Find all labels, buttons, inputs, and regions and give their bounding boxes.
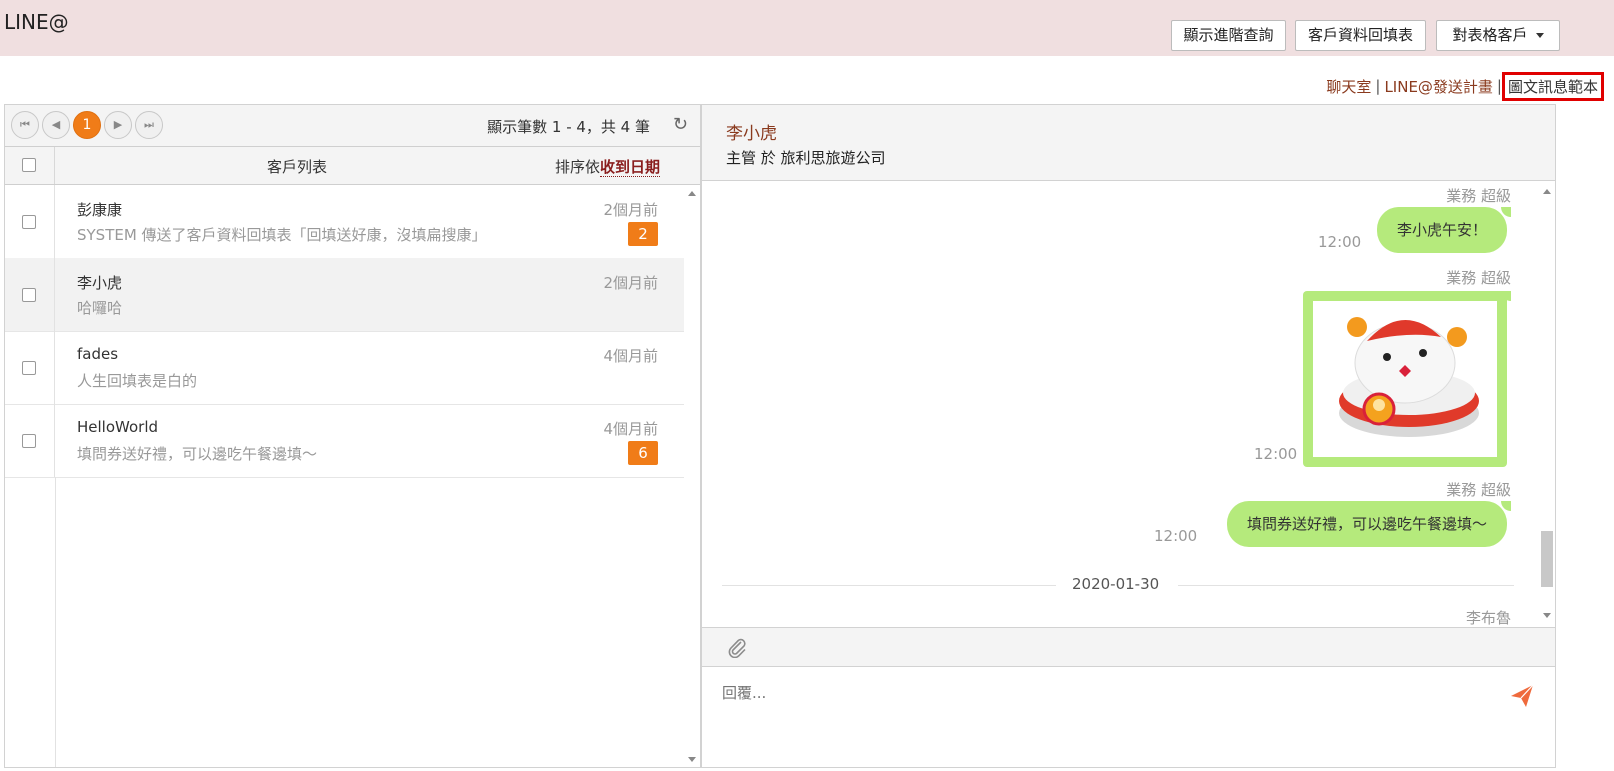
chatroom-link[interactable]: 聊天室 xyxy=(1322,76,1375,97)
chat-messages: 業務 超級 李小虎午安！ 12:00 業務 超級 12:00 業務 超級 填問券… xyxy=(702,181,1555,625)
dropdown-label: 對表格客戶 xyxy=(1452,26,1528,44)
row-checkbox-cell xyxy=(5,404,55,477)
sticker-image-frame xyxy=(1313,301,1497,457)
first-page-icon[interactable]: ⏮ xyxy=(11,111,39,139)
scroll-up-icon[interactable] xyxy=(1543,189,1551,194)
message-bubble: 填問券送好禮，可以邊吃午餐邊填～ xyxy=(1226,501,1507,547)
row-checkbox-cell xyxy=(5,185,55,258)
last-message: 人生回填表是白的 xyxy=(77,372,198,390)
refresh-icon[interactable]: ↻ xyxy=(673,114,688,135)
last-message: 填問券送好禮，可以邊吃午餐邊填～ xyxy=(77,445,318,463)
brand-logo: LINE@ xyxy=(4,10,69,34)
row-checkbox[interactable] xyxy=(22,434,36,448)
chat-header: 李小虎 主管 於 旅利思旅遊公司 xyxy=(702,105,1555,181)
sort-prefix: 排序依 xyxy=(554,158,600,176)
message-sender: 業務 超級 xyxy=(1446,269,1511,287)
sort-control: 排序依收到日期 xyxy=(555,156,660,177)
message-sender: 業務 超級 xyxy=(1446,481,1511,499)
row-checkbox[interactable] xyxy=(22,361,36,375)
separator-line xyxy=(1178,585,1514,586)
date-separator: 2020-01-30 xyxy=(722,575,1518,595)
select-all-checkbox[interactable] xyxy=(22,158,36,172)
table-row[interactable]: fades 人生回填表是白的 4個月前 xyxy=(5,331,684,405)
sort-field-link[interactable]: 收到日期 xyxy=(599,158,660,177)
chat-scrollbar[interactable] xyxy=(1539,181,1555,625)
scroll-up-icon[interactable] xyxy=(688,191,696,196)
page-number-current[interactable]: 1 xyxy=(73,111,101,139)
list-title: 客戶列表 xyxy=(267,158,328,176)
received-time: 4個月前 xyxy=(603,420,658,438)
template-link[interactable]: 圖文訊息範本 xyxy=(1501,71,1604,101)
message-bubble: 李小虎午安！ xyxy=(1376,207,1507,253)
paperclip-icon[interactable] xyxy=(726,636,748,663)
record-count: 顯示筆數 1 - 4，共 4 筆 xyxy=(487,118,650,136)
received-time: 4個月前 xyxy=(603,347,658,365)
unread-badge: 2 xyxy=(628,222,658,246)
last-message: SYSTEM 傳送了客戶資料回填表「回填送好康，沒填扁搜康」 xyxy=(77,226,487,244)
customer-list-panel: ⏮ ◀ 1 ▶ ⏭ 顯示筆數 1 - 4，共 4 筆 ↻ 客戶列表 排序依收到日… xyxy=(4,104,701,768)
row-checkbox-cell xyxy=(5,258,55,331)
message-sender: 業務 超級 xyxy=(1446,187,1511,205)
table-customer-dropdown[interactable]: 對表格客戶 xyxy=(1436,20,1560,51)
list-header: 客戶列表 排序依收到日期 xyxy=(5,147,700,185)
customer-name: 彭康康 xyxy=(77,201,123,219)
customer-name: fades xyxy=(77,345,119,363)
caret-down-icon xyxy=(1535,33,1544,38)
prev-page-icon[interactable]: ◀ xyxy=(42,111,70,139)
select-all-cell xyxy=(5,147,55,184)
attachment-toolbar xyxy=(702,627,1555,667)
column-divider xyxy=(55,477,56,767)
table-row[interactable]: 李小虎 哈囉哈 2個月前 xyxy=(5,258,684,332)
row-checkbox[interactable] xyxy=(22,288,36,302)
top-links: 聊天室 | LINE@發送計畫 | 圖文訊息範本 xyxy=(1322,71,1604,101)
contact-subtitle: 主管 於 旅利思旅遊公司 xyxy=(726,149,886,167)
separator-date: 2020-01-30 xyxy=(1072,575,1160,593)
message-time: 12:00 xyxy=(1254,445,1298,463)
table-row[interactable]: 彭康康 SYSTEM 傳送了客戶資料回填表「回填送好康，沒填扁搜康」 2個月前 … xyxy=(5,185,684,259)
send-icon[interactable] xyxy=(1509,683,1535,713)
last-message: 哈囉哈 xyxy=(77,299,123,317)
scrollbar-thumb[interactable] xyxy=(1541,531,1553,587)
message-time: 12:00 xyxy=(1154,527,1198,545)
row-checkbox[interactable] xyxy=(22,215,36,229)
last-page-icon[interactable]: ⏭ xyxy=(135,111,163,139)
scroll-down-icon[interactable] xyxy=(688,757,696,762)
sticker-image xyxy=(1339,317,1479,437)
sticker-bubble[interactable] xyxy=(1303,291,1507,467)
separator-line xyxy=(722,585,1056,586)
customer-name: 李小虎 xyxy=(77,274,123,292)
reply-area xyxy=(702,667,1555,767)
message-time: 12:00 xyxy=(1318,233,1362,251)
received-time: 2個月前 xyxy=(603,274,658,292)
contact-name[interactable]: 李小虎 xyxy=(726,119,777,144)
customer-form-button[interactable]: 客戶資料回填表 xyxy=(1295,20,1426,51)
advanced-query-button[interactable]: 顯示進階查詢 xyxy=(1171,20,1286,51)
unread-badge: 6 xyxy=(628,441,658,465)
send-plan-link[interactable]: LINE@發送計畫 xyxy=(1380,76,1496,97)
table-row[interactable]: HelloWorld 填問券送好禮，可以邊吃午餐邊填～ 4個月前 6 xyxy=(5,404,684,478)
list-scrollbar[interactable] xyxy=(684,185,700,767)
reply-input[interactable] xyxy=(720,679,1480,707)
row-checkbox-cell xyxy=(5,331,55,404)
customer-rows: 彭康康 SYSTEM 傳送了客戶資料回填表「回填送好康，沒填扁搜康」 2個月前 … xyxy=(5,185,684,767)
received-time: 2個月前 xyxy=(603,201,658,219)
chat-panel: 李小虎 主管 於 旅利思旅遊公司 業務 超級 李小虎午安！ 12:00 業務 超… xyxy=(701,104,1556,768)
customer-name: HelloWorld xyxy=(77,418,159,436)
message-sender: 李布魯 xyxy=(1465,609,1511,625)
top-header: LINE@ 顯示進階查詢 客戶資料回填表 對表格客戶 xyxy=(0,0,1614,56)
next-page-icon[interactable]: ▶ xyxy=(104,111,132,139)
pager-bar: ⏮ ◀ 1 ▶ ⏭ 顯示筆數 1 - 4，共 4 筆 ↻ xyxy=(5,105,700,147)
scroll-down-icon[interactable] xyxy=(1543,613,1551,618)
